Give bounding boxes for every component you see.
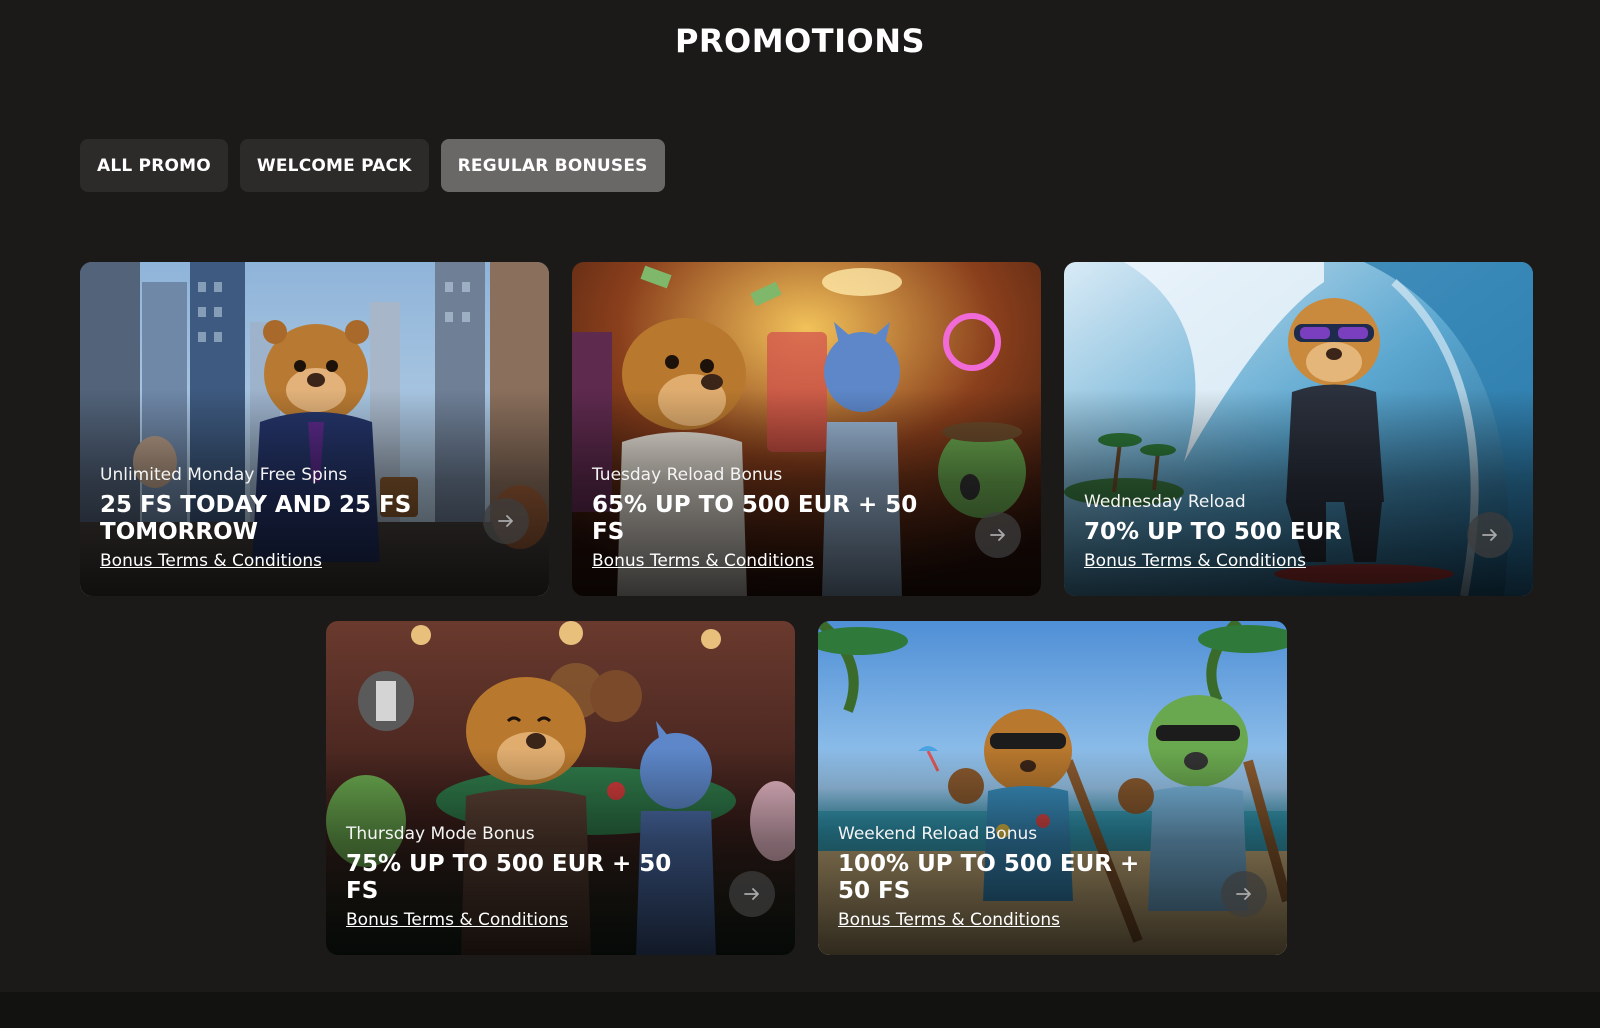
promo-tabs: ALL PROMO WELCOME PACK REGULAR BONUSES xyxy=(80,139,665,192)
bonus-terms-link[interactable]: Bonus Terms & Conditions xyxy=(838,910,1060,930)
promo-card-tuesday[interactable]: Tuesday Reload Bonus 65% UP TO 500 EUR +… xyxy=(572,262,1041,596)
bonus-terms-link[interactable]: Bonus Terms & Conditions xyxy=(1084,551,1306,571)
card-subtitle: Tuesday Reload Bonus xyxy=(592,465,783,485)
arrow-right-icon[interactable] xyxy=(729,871,775,917)
card-subtitle: Weekend Reload Bonus xyxy=(838,824,1038,844)
card-headline: 100% UP TO 500 EUR + 50 FS xyxy=(838,851,1140,904)
promo-card-weekend[interactable]: Weekend Reload Bonus 100% UP TO 500 EUR … xyxy=(818,621,1287,955)
bonus-terms-link[interactable]: Bonus Terms & Conditions xyxy=(346,910,568,930)
tab-welcome-pack[interactable]: WELCOME PACK xyxy=(239,139,429,192)
footer-band xyxy=(0,992,1600,1028)
promo-card-thursday[interactable]: Thursday Mode Bonus 75% UP TO 500 EUR + … xyxy=(326,621,795,955)
promo-card-monday[interactable]: Unlimited Monday Free Spins 25 FS TODAY … xyxy=(80,262,549,596)
card-headline: 75% UP TO 500 EUR + 50 FS xyxy=(346,851,672,904)
arrow-right-icon[interactable] xyxy=(1221,871,1267,917)
tab-all-promo[interactable]: ALL PROMO xyxy=(80,139,228,192)
card-headline: 70% UP TO 500 EUR xyxy=(1084,519,1342,545)
card-content: Weekend Reload Bonus 100% UP TO 500 EUR … xyxy=(838,823,1177,931)
page-title: PROMOTIONS xyxy=(674,22,926,60)
bonus-terms-link[interactable]: Bonus Terms & Conditions xyxy=(100,551,322,571)
card-content: Tuesday Reload Bonus 65% UP TO 500 EUR +… xyxy=(592,464,931,572)
card-subtitle: Wednesday Reload xyxy=(1084,492,1246,512)
card-subtitle: Unlimited Monday Free Spins xyxy=(100,465,348,485)
card-content: Thursday Mode Bonus 75% UP TO 500 EUR + … xyxy=(346,823,685,931)
card-headline: 25 FS TODAY AND 25 FS TOMORROW xyxy=(100,492,412,545)
tab-regular-bonuses[interactable]: REGULAR BONUSES xyxy=(440,139,665,192)
arrow-right-icon[interactable] xyxy=(1467,512,1513,558)
card-content: Unlimited Monday Free Spins 25 FS TODAY … xyxy=(100,464,439,572)
bonus-terms-link[interactable]: Bonus Terms & Conditions xyxy=(592,551,814,571)
card-subtitle: Thursday Mode Bonus xyxy=(346,824,535,844)
promo-card-wednesday[interactable]: Wednesday Reload 70% UP TO 500 EUR Bonus… xyxy=(1064,262,1533,596)
promotions-page: PROMOTIONS ALL PROMO WELCOME PACK REGULA… xyxy=(0,0,1600,1028)
arrow-right-icon[interactable] xyxy=(975,512,1021,558)
card-headline: 65% UP TO 500 EUR + 50 FS xyxy=(592,492,918,545)
arrow-right-icon[interactable] xyxy=(483,498,529,544)
card-content: Wednesday Reload 70% UP TO 500 EUR Bonus… xyxy=(1084,491,1423,572)
